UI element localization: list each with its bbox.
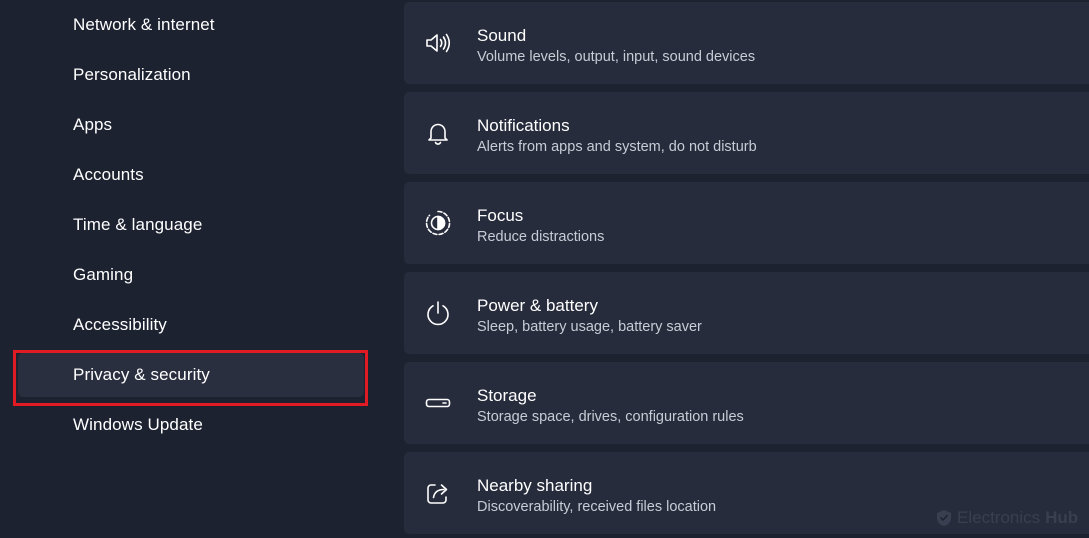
card-subtitle: Discoverability, received files location [477,499,717,515]
sidebar-item-accounts[interactable]: Accounts [18,153,364,197]
sidebar-item-label: Gaming [73,265,134,284]
setting-card-notifications[interactable]: Notifications Alerts from apps and syste… [404,92,1089,174]
card-subtitle: Reduce distractions [477,229,605,245]
sidebar-item-time-language[interactable]: Time & language [18,203,364,247]
setting-card-power-battery[interactable]: Power & battery Sleep, battery usage, ba… [404,272,1089,354]
speaker-icon [424,29,452,57]
power-icon [424,299,452,327]
card-title: Notifications [477,116,570,135]
sidebar-item-apps[interactable]: Apps [18,103,364,147]
sidebar-item-label: Personalization [73,65,191,84]
card-title: Nearby sharing [477,476,593,495]
card-subtitle: Sleep, battery usage, battery saver [477,319,702,335]
sidebar-item-accessibility[interactable]: Accessibility [18,303,364,347]
card-title: Storage [477,386,537,405]
bell-icon [424,119,452,147]
sidebar-item-personalization[interactable]: Personalization [18,53,364,97]
sidebar-item-label: Accessibility [73,315,167,334]
sidebar-item-gaming[interactable]: Gaming [18,253,364,297]
highlight-box [13,350,368,406]
setting-card-sound[interactable]: Sound Volume levels, output, input, soun… [404,2,1089,84]
sidebar-item-label: Network & internet [73,15,215,34]
card-title: Power & battery [477,296,598,315]
card-subtitle: Alerts from apps and system, do not dist… [477,139,757,155]
card-title: Focus [477,206,524,225]
setting-card-focus[interactable]: Focus Reduce distractions [404,182,1089,264]
share-icon [424,479,452,507]
focus-icon [424,209,452,237]
watermark-brand: Electronics [957,508,1041,527]
sidebar-item-network[interactable]: Network & internet [18,3,364,47]
sidebar-item-windows-update[interactable]: Windows Update [18,403,364,447]
sidebar-item-label: Time & language [73,215,203,234]
storage-icon [424,389,452,417]
sidebar-item-label: Windows Update [73,415,203,434]
card-subtitle: Volume levels, output, input, sound devi… [477,49,756,65]
card-subtitle: Storage space, drives, configuration rul… [477,409,744,425]
sidebar-nav: Network & internet Personalization Apps … [0,0,404,538]
watermark: Electronics Hub [936,508,1078,528]
card-title: Sound [477,26,527,45]
sidebar-item-label: Accounts [73,165,144,184]
setting-card-storage[interactable]: Storage Storage space, drives, configura… [404,362,1089,444]
shield-logo-icon [937,510,951,526]
sidebar-item-label: Apps [73,115,113,134]
watermark-brand-bold: Hub [1045,508,1079,527]
